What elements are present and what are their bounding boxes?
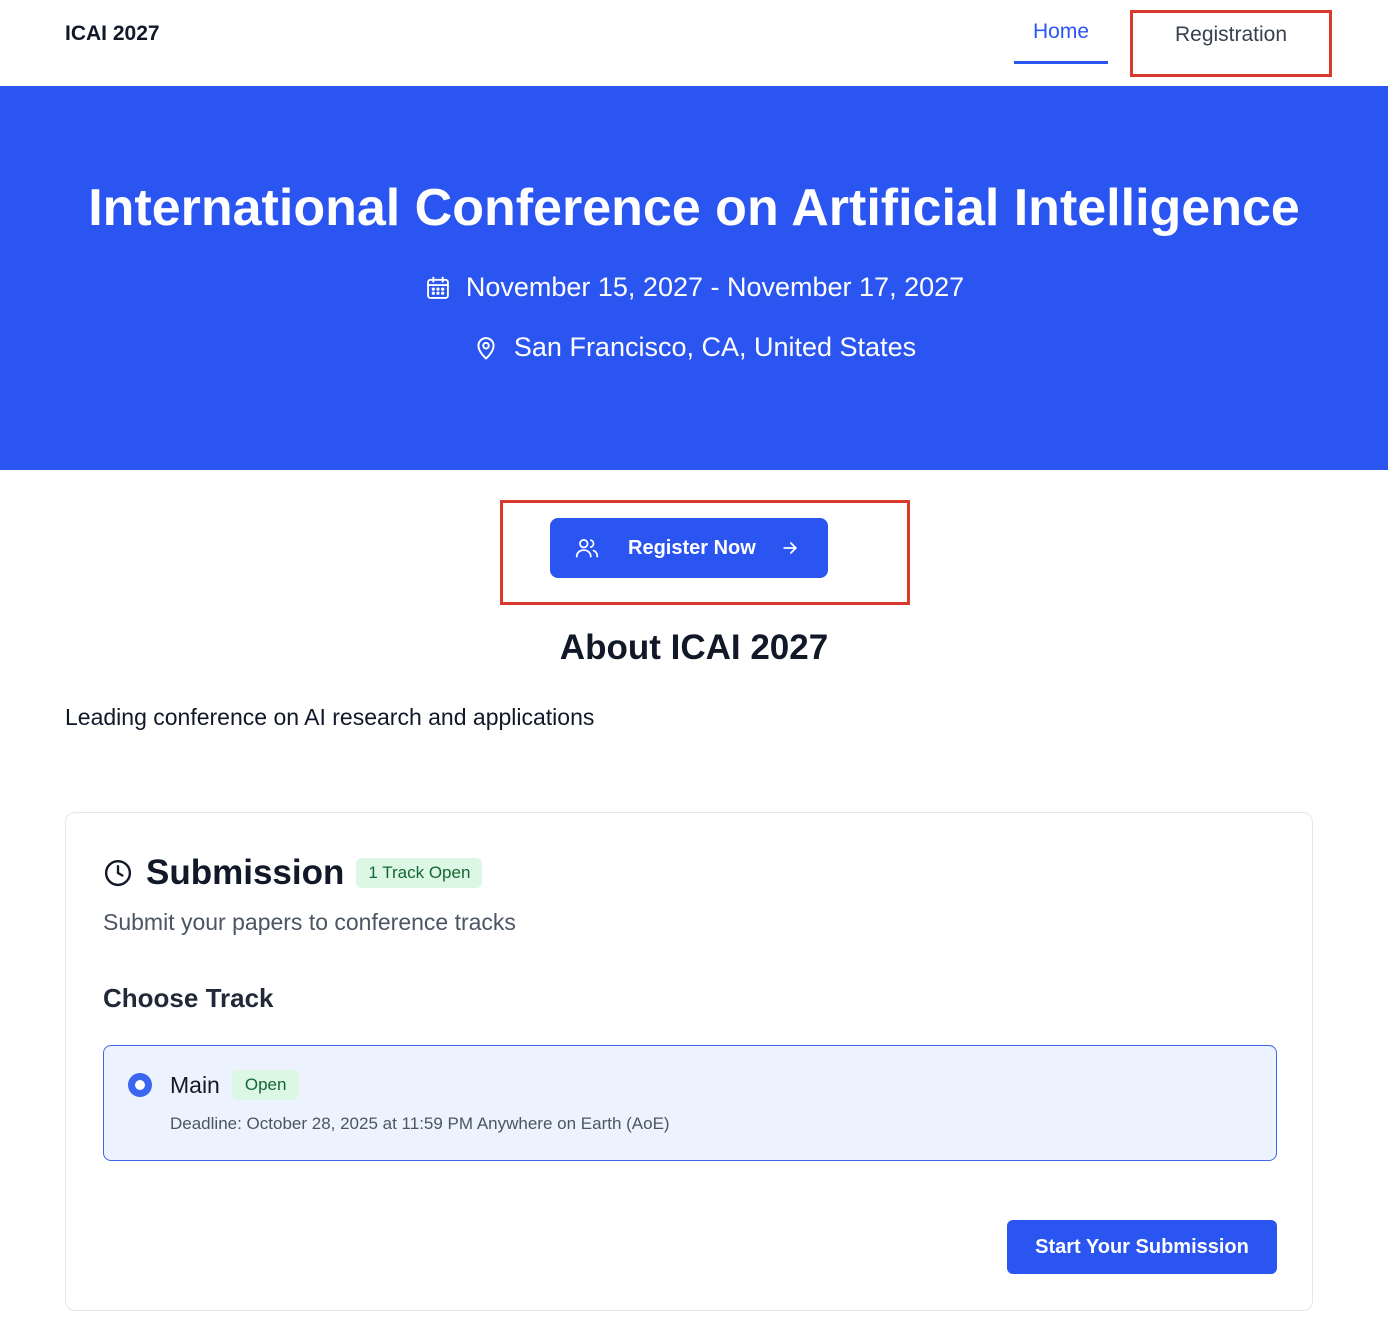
track-option-main[interactable]: Main Open Deadline: October 28, 2025 at … <box>103 1045 1277 1161</box>
conference-dates: November 15, 2027 - November 17, 2027 <box>0 272 1388 303</box>
submission-header: Submission 1 Track Open <box>103 853 483 893</box>
hero-banner: International Conference on Artificial I… <box>0 86 1388 470</box>
about-description: Leading conference on AI research and ap… <box>65 704 595 730</box>
calendar-icon <box>424 274 452 302</box>
dates-text: November 15, 2027 - November 17, 2027 <box>465 272 965 302</box>
about-title: About ICAI 2027 <box>559 628 829 667</box>
track-deadline: Deadline: October 28, 2025 at 11:59 PM A… <box>170 1114 670 1133</box>
conference-location: San Francisco, CA, United States <box>0 332 1388 363</box>
track-radio[interactable] <box>128 1073 152 1097</box>
nav-link-registration[interactable]: Registration <box>1130 10 1332 77</box>
users-icon <box>574 535 600 561</box>
register-now-label: Register Now <box>628 536 756 559</box>
map-pin-icon <box>472 334 500 362</box>
tracks-open-badge: 1 Track Open <box>356 858 483 888</box>
site-brand[interactable]: ICAI 2027 <box>65 22 160 46</box>
submission-subtitle: Submit your papers to conference tracks <box>103 909 516 935</box>
submission-card: Submission 1 Track Open Submit your pape… <box>65 812 1313 1311</box>
top-navigation: ICAI 2027 Home Registration <box>0 0 1388 86</box>
start-submission-button[interactable]: Start Your Submission <box>1007 1220 1277 1274</box>
register-now-button[interactable]: Register Now <box>550 518 828 578</box>
location-text: San Francisco, CA, United States <box>513 332 917 362</box>
submission-title: Submission <box>146 853 345 892</box>
track-status-badge: Open <box>231 1070 300 1100</box>
clock-icon <box>103 858 133 888</box>
arrow-right-icon <box>780 538 800 558</box>
choose-track-heading: Choose Track <box>103 983 274 1013</box>
track-name: Main <box>170 1071 220 1098</box>
nav-link-home[interactable]: Home <box>1014 20 1108 64</box>
conference-title: International Conference on Artificial I… <box>88 179 1300 237</box>
